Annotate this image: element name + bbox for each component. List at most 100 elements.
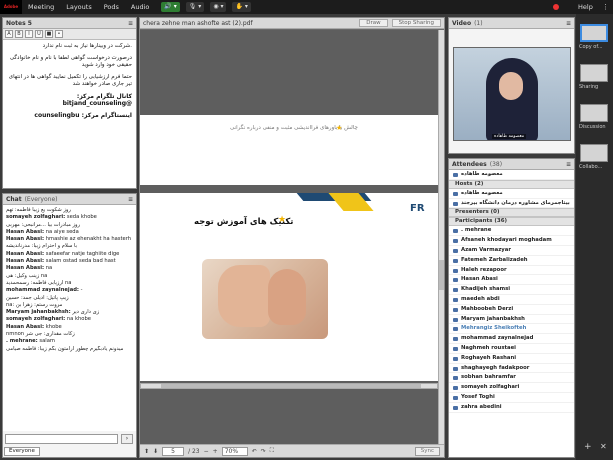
chat-message: somayeh zolfaghari: seda khobe — [6, 214, 133, 221]
group-hosts[interactable]: Hosts (2) — [449, 179, 574, 189]
pod-menu-icon[interactable]: ≡ — [128, 20, 133, 27]
attendee-participant[interactable]: Mahboobeh Derzi — [449, 305, 574, 315]
chat-header: Chat (Everyone) ≡ — [3, 194, 136, 205]
chat-text: با سلام و احترام زیبا: مدرناندیشه — [6, 243, 78, 250]
webcam-icon[interactable]: ◉ ▾ — [210, 2, 227, 12]
color-icon[interactable]: ■ — [45, 30, 53, 38]
video-header: Video (1) ≡ — [449, 18, 574, 29]
send-icon[interactable]: › — [121, 434, 133, 444]
layout-label: Sharing — [579, 84, 599, 90]
attendee-participant[interactable]: Roghayeh Rashani — [449, 354, 574, 364]
zoom-select[interactable]: 70% — [221, 446, 248, 456]
chat-message: زینب وکیل: هی na — [6, 273, 133, 280]
pod-menu-icon[interactable]: ≡ — [128, 196, 133, 203]
undo-icon[interactable]: ↶ — [252, 448, 257, 455]
attendee-participant[interactable]: sobhan bahramfar — [449, 373, 574, 384]
attendee-participant[interactable]: shaghayegh fadakpoor — [449, 364, 574, 374]
zoom-in-icon[interactable]: + — [213, 448, 218, 455]
attendee-participant[interactable]: . mehrane — [449, 226, 574, 237]
chat-message: Hasan Abasi: na aiye seda — [6, 229, 133, 236]
zoom-out-icon[interactable]: − — [204, 448, 209, 455]
presenter-face — [499, 72, 523, 100]
chat-message: Maryam jahanbakhsh: زی داری دیر — [6, 309, 133, 316]
chat-sender: Maryam jahanbakhsh: — [6, 309, 71, 316]
menu-layouts[interactable]: Layouts — [60, 3, 97, 11]
attendee-participant[interactable]: Fatemeh Zarbalizadeh — [449, 256, 574, 266]
group-participants[interactable]: Participants (36) — [449, 217, 574, 227]
help-menu[interactable]: Help — [578, 0, 593, 14]
chat-sender: Hasan Abasi: — [6, 265, 45, 272]
notes-content[interactable]: .شرکت در وبینارها نیاز به ثبت نام ندارد … — [3, 40, 136, 188]
raise-hand-icon[interactable]: ✋ ▾ — [232, 2, 251, 12]
chat-sender: somayeh zolfaghari: — [6, 214, 66, 221]
document-toolbar: ⬆ ⬇ 5 / 23 − + 70% ↶ ↷ ⛶ Sync — [140, 444, 444, 457]
attendee-participant[interactable]: maedeh abdi — [449, 295, 574, 305]
share-pod: chera zehne man ashofte ast (2).pdf Draw… — [139, 17, 445, 458]
active-speaker[interactable]: معصومه طاهاده — [449, 170, 574, 180]
chat-text: زیپ پاتیل: ادیلی جمد: حسین — [6, 294, 69, 301]
draw-button[interactable]: Draw — [359, 19, 388, 27]
layout-discussion[interactable]: Discussion — [579, 104, 610, 130]
attendee-participant[interactable]: Haleh rezapoor — [449, 266, 574, 276]
menu-pods[interactable]: Pods — [98, 3, 125, 11]
horizontal-scrollbar[interactable] — [140, 383, 438, 389]
chat-text: salam ostad seda bad hast — [45, 258, 116, 265]
chat-sender: Hasan Abasi: — [6, 323, 45, 330]
chat-message: mohammad zaynalnejad: - — [6, 287, 133, 294]
attendee-host[interactable]: معصومه طاهاده — [449, 189, 574, 199]
prev-page-icon[interactable]: ⬆ — [144, 448, 149, 455]
more-icon[interactable]: ⋮ — [602, 0, 609, 14]
vertical-scrollbar[interactable] — [438, 30, 444, 444]
attendee-participant[interactable]: Mehrangiz Sheikofteh — [449, 324, 574, 335]
fullscreen-icon[interactable]: ⛶ — [270, 447, 274, 455]
attendee-participant[interactable]: mohammad zaynalnejad — [449, 334, 574, 344]
notes-toolbar: A B I U ■ • — [3, 29, 136, 40]
close-rail-icon[interactable]: ✕ — [600, 442, 607, 451]
attendee-participant[interactable]: zahra abedini — [449, 403, 574, 413]
attendee-participant[interactable]: Hasan Abasi — [449, 275, 574, 286]
layout-copy[interactable]: Copy of... — [579, 24, 610, 50]
attendee-participant[interactable]: somayeh zolfaghari — [449, 383, 574, 393]
italic-icon[interactable]: I — [25, 30, 33, 38]
menu-audio[interactable]: Audio — [125, 3, 155, 11]
document-title: chera zehne man ashofte ast (2).pdf — [143, 19, 253, 27]
bold-icon[interactable]: B — [15, 30, 23, 38]
redo-icon[interactable]: ↷ — [261, 448, 266, 455]
attendee-participant[interactable]: Yosef Toghi — [449, 393, 574, 403]
chat-text: na — [45, 265, 53, 272]
page-number-input[interactable]: 5 — [162, 446, 185, 456]
add-layout-icon[interactable]: + — [584, 442, 592, 452]
attendee-participant[interactable]: Khadijeh shamsi — [449, 285, 574, 295]
group-presenters[interactable]: Presenters (0) — [449, 208, 574, 218]
attendee-host[interactable]: بیتاجمرمای مشاوره درمان دانشگاه بیرجند — [449, 199, 574, 209]
attendee-participant[interactable]: Azam Varmazyar — [449, 246, 574, 256]
sync-button[interactable]: Sync — [414, 446, 440, 456]
attendee-participant[interactable]: Naghmeh roustaei — [449, 344, 574, 354]
attendee-participant[interactable]: Maryam jahanbakhsh — [449, 315, 574, 325]
slide-page: چالش با باورهای فرااندیشی مثبت و منفی در… — [140, 115, 438, 185]
microphone-icon[interactable]: 🎙 ▾ — [185, 2, 205, 12]
layout-sharing[interactable]: Sharing — [579, 64, 610, 90]
bullet-list-icon[interactable]: • — [55, 30, 63, 38]
attendee-participant[interactable]: Afsaneh khodayari moghadam — [449, 236, 574, 246]
underline-icon[interactable]: U — [35, 30, 43, 38]
chat-input[interactable] — [5, 434, 118, 444]
attendees-pod: Attendees (38) ≡ معصومه طاهاده Hosts (2) م… — [448, 158, 575, 458]
video-count: (1) — [474, 19, 483, 27]
chat-title: Chat — [6, 195, 22, 203]
chat-tab-everyone[interactable]: Everyone — [4, 447, 40, 456]
font-size-icon[interactable]: A — [5, 30, 13, 38]
notes-pod: Notes 5 ≡ A B I U ■ • .شرکت در وبینارها … — [2, 17, 137, 189]
record-icon[interactable] — [553, 4, 559, 10]
stop-sharing-button[interactable]: Stop Sharing — [391, 19, 441, 27]
layout-collaboration[interactable]: Collabo... — [579, 144, 610, 170]
speaker-icon[interactable]: 🔊 ▾ — [161, 2, 180, 12]
menu-meeting[interactable]: Meeting — [22, 3, 60, 11]
pod-menu-icon[interactable]: ≡ — [566, 20, 571, 27]
slide-page: FR تکنیک های آموزش توجه ★ — [140, 193, 438, 381]
webcam-feed[interactable]: معصومه طاهاده — [453, 47, 571, 141]
layout-thumbnail — [580, 144, 608, 162]
layout-label: Copy of... — [579, 44, 603, 50]
next-page-icon[interactable]: ⬇ — [153, 448, 158, 455]
pod-menu-icon[interactable]: ≡ — [566, 161, 571, 168]
